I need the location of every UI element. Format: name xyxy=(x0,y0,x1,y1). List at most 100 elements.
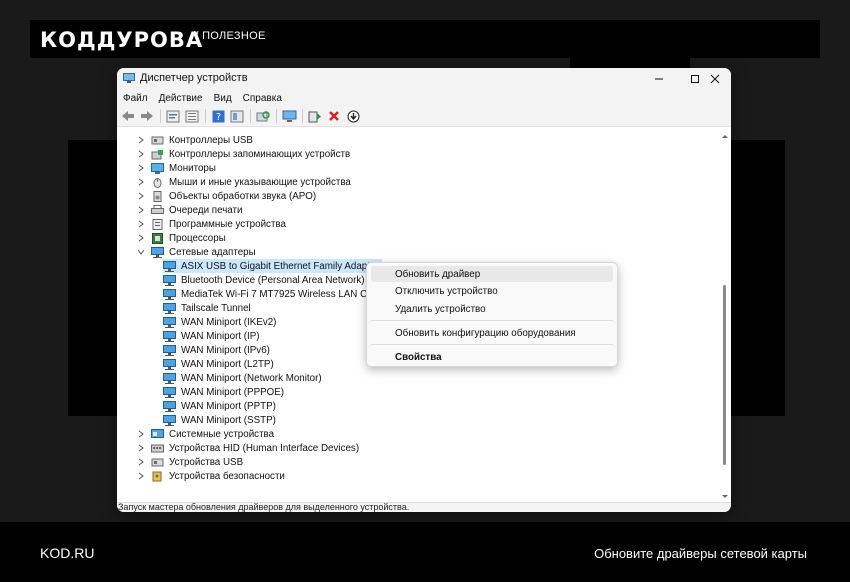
site-name: KOD.RU xyxy=(40,545,95,561)
tree-category-label: Системные устройства xyxy=(169,428,275,440)
list-button[interactable] xyxy=(184,108,200,124)
tree-device[interactable]: WAN Miniport (PPTP) xyxy=(163,399,276,413)
tree-device[interactable]: WAN Miniport (IPv6) xyxy=(163,343,270,357)
chevron-right-icon[interactable] xyxy=(136,149,146,159)
brand-logo: КОДДУРОВА xyxy=(40,28,204,52)
menu-help[interactable]: Справка xyxy=(243,93,282,104)
menu-bar: Файл Действие Вид Справка xyxy=(117,90,731,106)
scrollbar-thumb[interactable] xyxy=(723,285,726,465)
menu-view[interactable]: Вид xyxy=(214,93,232,104)
uninstall-device-menu-item[interactable]: Удалить устройство xyxy=(371,301,613,317)
chevron-right-icon[interactable] xyxy=(136,443,146,453)
properties-button[interactable] xyxy=(165,108,181,124)
tree-category[interactable]: Мониторы xyxy=(136,161,216,175)
help-icon: ? xyxy=(212,110,224,123)
tree-device-label: WAN Miniport (PPTP) xyxy=(181,400,276,412)
list-icon xyxy=(185,110,199,122)
chevron-right-icon[interactable] xyxy=(136,457,146,467)
scan-icon xyxy=(256,110,270,121)
tree-category-label: Очереди печати xyxy=(169,204,243,216)
network-adapter-icon xyxy=(163,288,176,300)
tree-device[interactable]: WAN Miniport (IP) xyxy=(163,329,260,343)
scan-hardware-menu-item[interactable]: Обновить конфигурацию оборудования xyxy=(371,325,613,341)
tree-device[interactable]: MediaTek Wi-Fi 7 MT7925 Wireless LAN Car… xyxy=(163,287,381,301)
mouse-icon xyxy=(153,177,162,188)
minimize-button[interactable] xyxy=(641,68,677,90)
close-icon xyxy=(710,74,720,84)
tree-category[interactable]: Очереди печати xyxy=(136,203,243,217)
svg-text:?: ? xyxy=(215,112,220,123)
device-manager-icon xyxy=(123,73,135,83)
brand-tag: // ПОЛЕЗНОЕ xyxy=(192,30,266,42)
menu-file[interactable]: Файл xyxy=(123,93,148,104)
add-driver-icon xyxy=(308,111,321,122)
tree-category[interactable]: Устройства безопасности xyxy=(136,469,285,483)
tree-category-label: Устройства USB xyxy=(169,456,244,468)
menu-action[interactable]: Действие xyxy=(159,93,203,104)
view-button[interactable] xyxy=(229,108,245,124)
chevron-right-icon[interactable] xyxy=(136,429,146,439)
tree-device[interactable]: WAN Miniport (IKEv2) xyxy=(163,315,276,329)
tree-device[interactable]: Bluetooth Device (Personal Area Network) xyxy=(163,273,365,287)
tree-category[interactable]: Устройства USB xyxy=(136,455,243,469)
tree-category[interactable]: Контроллеры USB xyxy=(136,133,253,147)
chevron-right-icon[interactable] xyxy=(136,135,146,145)
close-button[interactable] xyxy=(697,68,731,90)
bg-block-right xyxy=(725,140,785,416)
properties-icon xyxy=(166,110,180,122)
scroll-down-icon[interactable] xyxy=(719,493,731,501)
update-driver-menu-item[interactable]: Обновить драйвер xyxy=(371,266,613,282)
tree-category[interactable]: Программные устройства xyxy=(136,217,286,231)
tree-category[interactable]: Устройства HID (Human Interface Devices) xyxy=(136,441,359,455)
title-bar: Диспетчер устройств xyxy=(117,68,731,90)
tree-device[interactable]: WAN Miniport (PPPOE) xyxy=(163,385,284,399)
tree-device-label: WAN Miniport (SSTP) xyxy=(181,414,276,426)
help-button[interactable]: ? xyxy=(210,108,226,124)
forward-button[interactable] xyxy=(139,108,155,124)
menu-separator xyxy=(371,344,613,345)
properties-menu-item[interactable]: Свойства xyxy=(371,349,613,365)
update-button[interactable] xyxy=(345,108,361,124)
tree-device[interactable]: WAN Miniport (L2TP) xyxy=(163,357,274,371)
chevron-down-icon[interactable] xyxy=(136,247,146,257)
tree-device-selected[interactable]: ASIX USB to Gigabit Ethernet Family Adap… xyxy=(163,259,382,273)
tree-category[interactable]: Объекты обработки звука (APO) xyxy=(136,189,316,203)
tree-category[interactable]: Мыши и иные указывающие устройства xyxy=(136,175,351,189)
add-driver-button[interactable] xyxy=(307,108,323,124)
tree-category-label: Контроллеры USB xyxy=(169,134,253,146)
chevron-right-icon[interactable] xyxy=(136,163,146,173)
context-menu: Обновить драйвер Отключить устройство Уд… xyxy=(366,262,618,367)
network-adapter-icon xyxy=(163,260,176,272)
tree-device[interactable]: WAN Miniport (SSTP) xyxy=(163,413,276,427)
system-device-icon xyxy=(151,428,164,438)
tree-device-label: MediaTek Wi-Fi 7 MT7925 Wireless LAN Car… xyxy=(181,288,382,300)
chevron-right-icon[interactable] xyxy=(136,233,146,243)
network-adapter-icon xyxy=(151,246,164,258)
tree-category-expanded[interactable]: Сетевые адаптеры xyxy=(136,245,256,259)
disable-device-menu-item[interactable]: Отключить устройство xyxy=(371,283,613,299)
toolbar-separator xyxy=(160,109,161,123)
chevron-right-icon[interactable] xyxy=(136,205,146,215)
vertical-scrollbar[interactable] xyxy=(719,130,731,503)
chevron-right-icon[interactable] xyxy=(136,219,146,229)
scroll-up-icon[interactable] xyxy=(719,132,731,140)
storage-controller-icon xyxy=(151,149,163,159)
scan-button[interactable] xyxy=(255,108,271,124)
tree-device[interactable]: WAN Miniport (Network Monitor) xyxy=(163,371,322,385)
window-title: Диспетчер устройств xyxy=(140,72,248,84)
toolbar-separator xyxy=(276,109,277,123)
tree-category[interactable]: Контроллеры запоминающих устройств xyxy=(136,147,350,161)
tree-category[interactable]: Процессоры xyxy=(136,231,226,245)
tree-device-label: WAN Miniport (IP) xyxy=(181,330,260,342)
chevron-right-icon[interactable] xyxy=(136,471,146,481)
tree-category[interactable]: Системные устройства xyxy=(136,427,274,441)
chevron-right-icon[interactable] xyxy=(136,177,146,187)
back-button[interactable] xyxy=(120,108,136,124)
monitor-button[interactable] xyxy=(281,108,297,124)
chevron-right-icon[interactable] xyxy=(136,191,146,201)
printer-icon xyxy=(151,204,164,214)
caption-text: Обновите драйверы сетевой карты xyxy=(594,546,807,561)
remove-button[interactable] xyxy=(326,108,342,124)
tree-device[interactable]: Tailscale Tunnel xyxy=(163,301,251,315)
remove-icon xyxy=(329,111,339,121)
